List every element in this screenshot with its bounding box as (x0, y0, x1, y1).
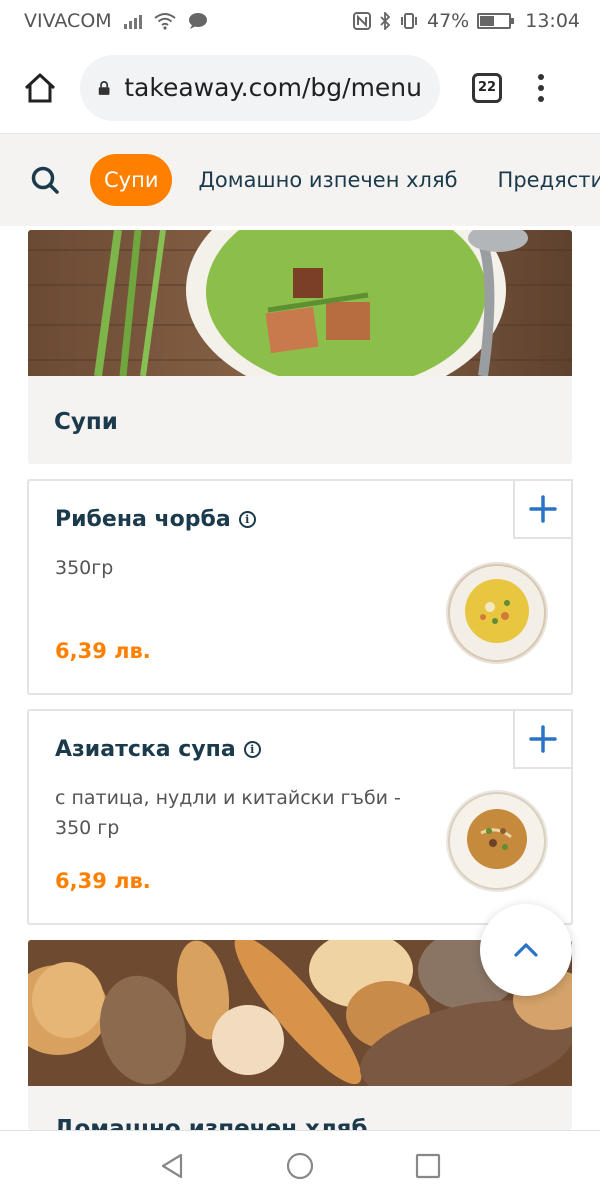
item-name-row: Рибена чорба i (55, 507, 256, 532)
search-icon (31, 166, 59, 194)
battery-icon (477, 13, 515, 29)
address-bar[interactable]: takeaway.com/bg/menu (80, 54, 440, 121)
item-description: 350гр (55, 557, 114, 579)
carrier-label: VIVACOM (24, 10, 112, 32)
item-price: 6,39 лв. (55, 639, 151, 663)
plus-icon (529, 495, 557, 523)
soup-banner-image (28, 230, 572, 400)
info-icon[interactable]: i (238, 511, 256, 528)
scroll-to-top-button[interactable] (480, 904, 572, 996)
home-button[interactable] (18, 66, 62, 110)
browser-toolbar: takeaway.com/bg/menu 22 (0, 42, 600, 134)
section-header-soups: Супи (28, 230, 572, 464)
battery-percent: 47% (427, 10, 470, 32)
wifi-icon (154, 13, 176, 30)
add-item-button[interactable] (513, 709, 573, 769)
system-nav-bar (0, 1130, 600, 1200)
back-icon[interactable] (159, 1152, 185, 1180)
category-nav: Супи Домашно изпечен хляб Предястия (0, 134, 600, 226)
bluetooth-icon (380, 12, 391, 30)
signal-icon (123, 13, 142, 29)
clock: 13:04 (525, 10, 580, 32)
menu-item-card[interactable]: Рибена чорба i 350гр 6,39 лв. (27, 479, 573, 695)
lock-icon (98, 80, 110, 95)
url-text: takeaway.com/bg/menu (124, 73, 422, 102)
category-tab[interactable]: Домашно изпечен хляб (198, 168, 457, 192)
category-tab[interactable]: Предястия (498, 168, 600, 192)
add-item-button[interactable] (513, 479, 573, 539)
item-price: 6,39 лв. (55, 869, 151, 893)
info-icon[interactable]: i (243, 741, 261, 758)
item-name: Рибена чорба (55, 507, 231, 532)
chevron-up-icon (514, 943, 538, 957)
home-circle-icon[interactable] (285, 1151, 315, 1181)
asian-soup-image (446, 790, 548, 892)
menu-item-card[interactable]: Азиатска супа i с патица, нудли и китайс… (27, 709, 573, 925)
plus-icon (529, 725, 557, 753)
vibrate-icon (401, 13, 417, 29)
item-name: Азиатска супа (55, 737, 236, 762)
browser-menu-button[interactable] (538, 73, 544, 102)
item-name-row: Азиатска супа i (55, 737, 261, 762)
item-description: с патица, нудли и китайски гъби - 350 гр (55, 787, 401, 839)
home-icon (24, 73, 56, 102)
search-button[interactable] (30, 163, 60, 197)
section-title: Супи (54, 409, 118, 435)
fish-soup-image (446, 562, 548, 664)
status-bar: VIVACOM 47% 13:04 (0, 0, 600, 42)
tab-switcher-button[interactable]: 22 (472, 72, 502, 103)
category-tab-active[interactable]: Супи (90, 154, 173, 206)
nfc-icon (353, 12, 371, 30)
message-icon (188, 13, 207, 29)
section-title: Домашно изпечен хляб (54, 1116, 368, 1130)
recents-icon[interactable] (415, 1153, 441, 1179)
